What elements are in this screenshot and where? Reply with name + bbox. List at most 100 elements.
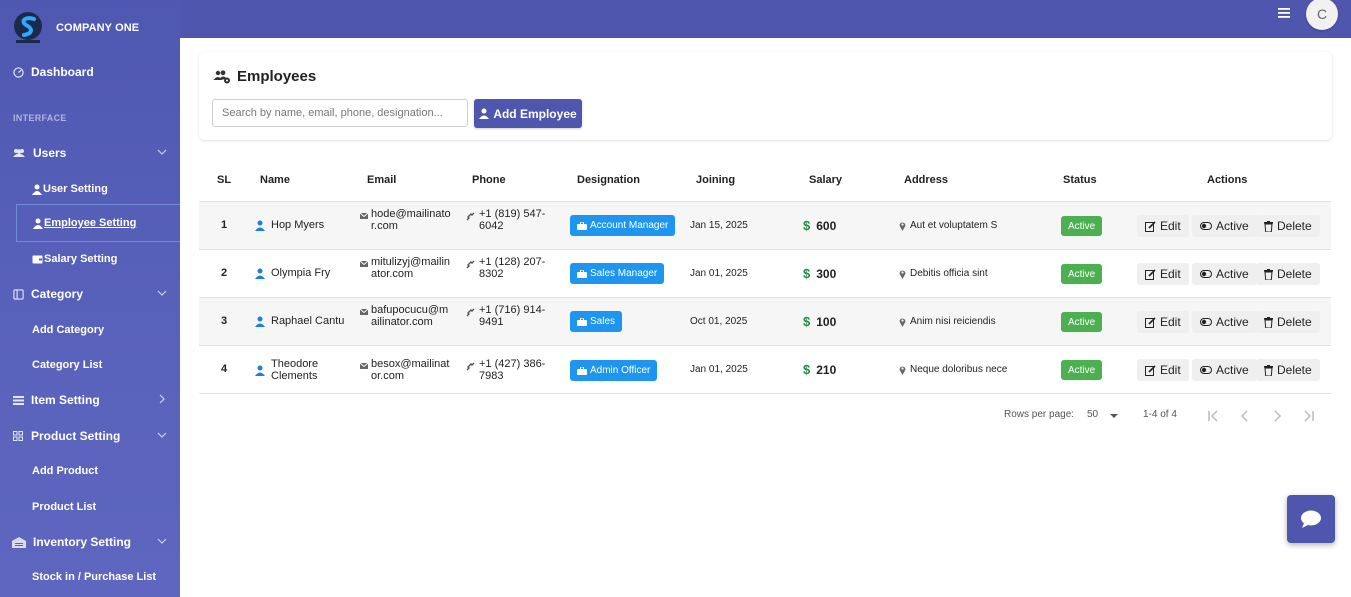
company-logo-icon <box>12 11 44 45</box>
active-label: Active <box>1216 267 1249 281</box>
status-badge: Active <box>1061 312 1103 332</box>
trash-icon <box>1264 364 1273 376</box>
sidebar-item-product-setting[interactable]: Product Setting <box>0 421 180 451</box>
user-avatar[interactable]: C <box>1306 0 1338 30</box>
sidebar-item-category-list[interactable]: Category List <box>0 350 180 380</box>
rows-per-page-select[interactable]: 50 <box>1087 409 1098 420</box>
delete-label: Delete <box>1277 267 1312 281</box>
sidebar-item-employee-setting[interactable]: Employee Setting <box>16 204 180 242</box>
map-marker-icon <box>899 318 906 327</box>
toggle-active-button[interactable]: Active <box>1192 263 1257 285</box>
sidebar-item-dashboard[interactable]: Dashboard <box>0 57 180 87</box>
hamburger-menu-icon[interactable] <box>1277 6 1291 20</box>
table-row[interactable]: 1 Hop Myers hode@mailinato r.com +1 (819)… <box>199 201 1331 249</box>
delete-button[interactable]: Delete <box>1256 359 1320 381</box>
cell-salary: $100 <box>803 314 836 329</box>
topbar: C <box>180 0 1351 38</box>
employee-name: Olympia Fry <box>271 267 331 279</box>
edit-button[interactable]: Edit <box>1137 263 1189 285</box>
previous-page-icon[interactable] <box>1239 410 1251 422</box>
phone-icon <box>466 260 475 269</box>
sidebar-item-label: Salary Setting <box>44 253 118 265</box>
toggle-active-button[interactable]: Active <box>1192 311 1257 333</box>
add-employee-label: Add Employee <box>493 106 577 121</box>
last-page-icon[interactable] <box>1303 410 1315 422</box>
cell-email: bafupocucu@m ailinator.com <box>360 304 458 328</box>
cell-sl: 3 <box>221 315 228 327</box>
user-tie-icon <box>255 220 265 231</box>
designation-text: Sales Manager <box>590 268 658 279</box>
column-header-email: Email <box>367 174 397 186</box>
sidebar-item-label: User Setting <box>43 183 108 195</box>
edit-icon <box>1145 220 1156 232</box>
warehouse-icon <box>12 536 26 548</box>
designation-text: Sales <box>590 316 616 327</box>
brand[interactable]: COMPANY ONE <box>0 0 180 56</box>
table-row[interactable]: 3 Raphael Cantu bafupocucu@m ailinator.co… <box>199 297 1331 345</box>
sidebar-item-stock-in[interactable]: Stock in / Purchase List <box>0 562 180 592</box>
delete-button[interactable]: Delete <box>1256 311 1320 333</box>
delete-button[interactable]: Delete <box>1256 215 1320 237</box>
cell-phone: +1 (427) 386- 7983 <box>466 358 556 382</box>
sidebar-item-category[interactable]: Category <box>0 279 180 309</box>
column-header-name: Name <box>260 174 290 186</box>
user-tie-icon <box>255 268 265 279</box>
app-root: COMPANY ONE Dashboard INTERFACE Users Us… <box>0 0 1351 597</box>
designation-badge: Admin Officer <box>570 360 658 381</box>
designation-text: Admin Officer <box>590 365 651 376</box>
email-line: ailinator.com <box>371 316 433 328</box>
dashboard-icon <box>12 66 24 78</box>
status-badge: Active <box>1061 216 1103 236</box>
sidebar-item-salary-setting[interactable]: Salary Setting <box>0 244 180 274</box>
edit-button[interactable]: Edit <box>1137 359 1189 381</box>
sidebar-item-inventory-setting[interactable]: Inventory Setting <box>0 527 180 557</box>
currency-icon: $ <box>803 218 811 233</box>
table-row[interactable]: 4 Theodore Clements besox@mailinat or.com … <box>199 345 1331 394</box>
employee-phone: +1 (427) 386- 7983 <box>479 358 545 382</box>
delete-button[interactable]: Delete <box>1256 263 1320 285</box>
cell-joining: Jan 01, 2025 <box>690 364 748 375</box>
briefcase-icon <box>577 269 587 278</box>
sidebar-item-add-category[interactable]: Add Category <box>0 315 180 345</box>
edit-label: Edit <box>1160 267 1181 281</box>
salary-value: 210 <box>816 362 837 377</box>
edit-button[interactable]: Edit <box>1137 215 1189 237</box>
add-employee-button[interactable]: Add Employee <box>474 99 582 128</box>
cell-address: Aut et voluptatem S <box>899 220 997 231</box>
caret-down-icon[interactable] <box>1109 412 1119 420</box>
cell-salary: $210 <box>803 362 836 377</box>
envelope-icon <box>360 212 368 219</box>
user-icon <box>33 218 43 229</box>
cell-address: Debitis officia sint <box>899 268 988 279</box>
search-input[interactable] <box>212 99 468 127</box>
sidebar-item-add-product[interactable]: Add Product <box>0 456 180 486</box>
chevron-right-icon <box>159 394 165 404</box>
email-line: ator.com <box>371 268 414 280</box>
sidebar-item-item-setting[interactable]: Item Setting <box>0 385 180 415</box>
sidebar-item-users[interactable]: Users <box>0 138 180 168</box>
first-page-icon[interactable] <box>1207 410 1219 422</box>
name-line: Clements <box>271 370 318 382</box>
phone-icon <box>466 308 475 317</box>
map-marker-icon <box>899 270 906 279</box>
edit-icon <box>1145 316 1156 328</box>
delete-label: Delete <box>1277 219 1312 233</box>
map-marker-icon <box>899 366 906 375</box>
edit-icon <box>1145 364 1156 376</box>
chat-button[interactable] <box>1287 495 1335 543</box>
sidebar-item-product-list[interactable]: Product List <box>0 492 180 522</box>
edit-button[interactable]: Edit <box>1137 311 1189 333</box>
table-row[interactable]: 2 Olympia Fry mitulizyj@mailin ator.com +… <box>199 249 1331 297</box>
toggle-active-button[interactable]: Active <box>1192 215 1257 237</box>
users-icon <box>12 147 26 159</box>
employee-email: bafupocucu@m ailinator.com <box>371 304 448 328</box>
phone-line: +1 (716) 914- <box>479 304 546 316</box>
edit-label: Edit <box>1160 219 1181 233</box>
next-page-icon[interactable] <box>1271 410 1283 422</box>
column-header-address: Address <box>904 174 949 186</box>
employee-email: hode@mailinato r.com <box>371 208 451 232</box>
toggle-active-button[interactable]: Active <box>1192 359 1257 381</box>
currency-icon: $ <box>803 266 811 281</box>
chevron-down-icon <box>157 432 167 438</box>
sidebar-item-user-setting[interactable]: User Setting <box>0 174 180 204</box>
